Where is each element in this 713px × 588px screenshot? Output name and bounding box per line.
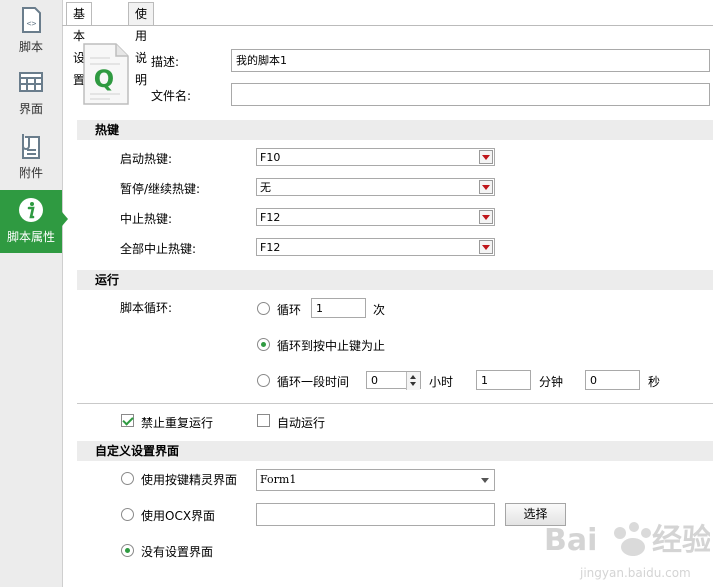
stop-all-hotkey-label: 全部中止热键: [120, 242, 197, 256]
auto-run-label: 自动运行 [277, 416, 326, 430]
start-hotkey-label: 启动热键: [120, 152, 173, 166]
no-ui-label: 没有设置界面 [141, 545, 214, 559]
ocx-ui-radio[interactable] [121, 508, 134, 521]
loop-count-option-label: 循环 [277, 303, 302, 317]
loop-duration-label: 循环一段时间 [277, 375, 350, 389]
sidebar: <> 脚本 界面 附件 脚本属性 [0, 0, 68, 587]
minutes-unit: 分钟 [539, 375, 564, 389]
filename-label: 文件名: [151, 89, 192, 103]
description-field[interactable]: 我的脚本1 [231, 49, 710, 72]
svg-text:Bai: Bai [544, 523, 597, 558]
ocx-ui-label: 使用OCX界面 [141, 509, 216, 523]
no-ui-radio[interactable] [121, 544, 134, 557]
filename-field[interactable] [231, 83, 710, 106]
seconds-unit: 秒 [648, 375, 661, 389]
sidebar-item-label: 附件 [18, 166, 43, 180]
minutes-field[interactable]: 1 [476, 370, 531, 390]
baidu-watermark-logo: Bai 经验 jingyan.baidu.com [544, 522, 710, 580]
loop-until-stop-radio[interactable] [257, 338, 270, 351]
run-section-header: 运行 [77, 270, 713, 290]
start-hotkey-select[interactable]: F10 [256, 148, 495, 166]
auto-run-checkbox[interactable] [257, 414, 270, 427]
stepper-arrows-icon [406, 372, 420, 390]
ocx-path-field[interactable] [256, 503, 495, 526]
loop-duration-radio[interactable] [257, 374, 270, 387]
paperclip-document-icon [22, 134, 40, 159]
loop-count-unit: 次 [373, 303, 386, 317]
loop-until-stop-label: 循环到按中止键为止 [277, 339, 386, 353]
hours-stepper[interactable]: 0 [366, 371, 421, 390]
description-label: 描述: [151, 55, 180, 69]
no-repeat-checkbox[interactable] [121, 414, 134, 427]
svg-text:<>: <> [27, 19, 37, 28]
chevron-down-icon [479, 180, 493, 194]
stop-hotkey-select[interactable]: F12 [256, 208, 495, 226]
custom-ui-section-header: 自定义设置界面 [77, 441, 713, 461]
sidebar-item-script[interactable]: <> 脚本 [0, 0, 62, 60]
svg-text:经验: 经验 [652, 523, 710, 558]
hotkeys-section-header: 热键 [77, 120, 713, 140]
script-file-icon: <> [22, 7, 41, 33]
stop-all-hotkey-select[interactable]: F12 [256, 238, 495, 256]
divider [77, 403, 713, 404]
loop-label: 脚本循环: [120, 301, 173, 315]
keyspirit-ui-radio[interactable] [121, 472, 134, 485]
sidebar-item-ui[interactable]: 界面 [0, 62, 62, 122]
sidebar-item-label: 界面 [18, 102, 43, 116]
tab-instructions[interactable]: 使用说明 [128, 2, 155, 87]
sidebar-item-label: 脚本 [18, 40, 43, 54]
loop-count-field[interactable]: 1 [311, 298, 366, 318]
form-select[interactable]: Form1 [256, 469, 495, 491]
hours-unit: 小时 [429, 375, 454, 389]
info-icon [19, 198, 43, 222]
loop-count-radio[interactable] [257, 302, 270, 315]
script-file-large-icon: Q [83, 43, 129, 105]
tab-basic-settings[interactable]: 基本设置 [66, 2, 93, 87]
pause-hotkey-select[interactable]: 无 [256, 178, 495, 196]
file-icon-letter: Q [94, 65, 114, 93]
chevron-down-icon [479, 474, 493, 488]
seconds-field[interactable]: 0 [585, 370, 640, 390]
svg-text:jingyan.baidu.com: jingyan.baidu.com [579, 566, 691, 580]
sidebar-item-script-properties[interactable]: 脚本属性 [0, 190, 68, 253]
stop-hotkey-label: 中止热键: [120, 212, 173, 226]
sidebar-item-attachment[interactable]: 附件 [0, 126, 62, 186]
chevron-down-icon [479, 150, 493, 164]
pause-hotkey-label: 暂停/继续热键: [120, 182, 201, 196]
chevron-down-icon [479, 210, 493, 224]
chevron-down-icon [479, 240, 493, 254]
grid-icon [19, 72, 43, 92]
no-repeat-label: 禁止重复运行 [141, 416, 214, 430]
sidebar-item-label: 脚本属性 [6, 230, 55, 244]
keyspirit-ui-label: 使用按键精灵界面 [141, 473, 238, 487]
